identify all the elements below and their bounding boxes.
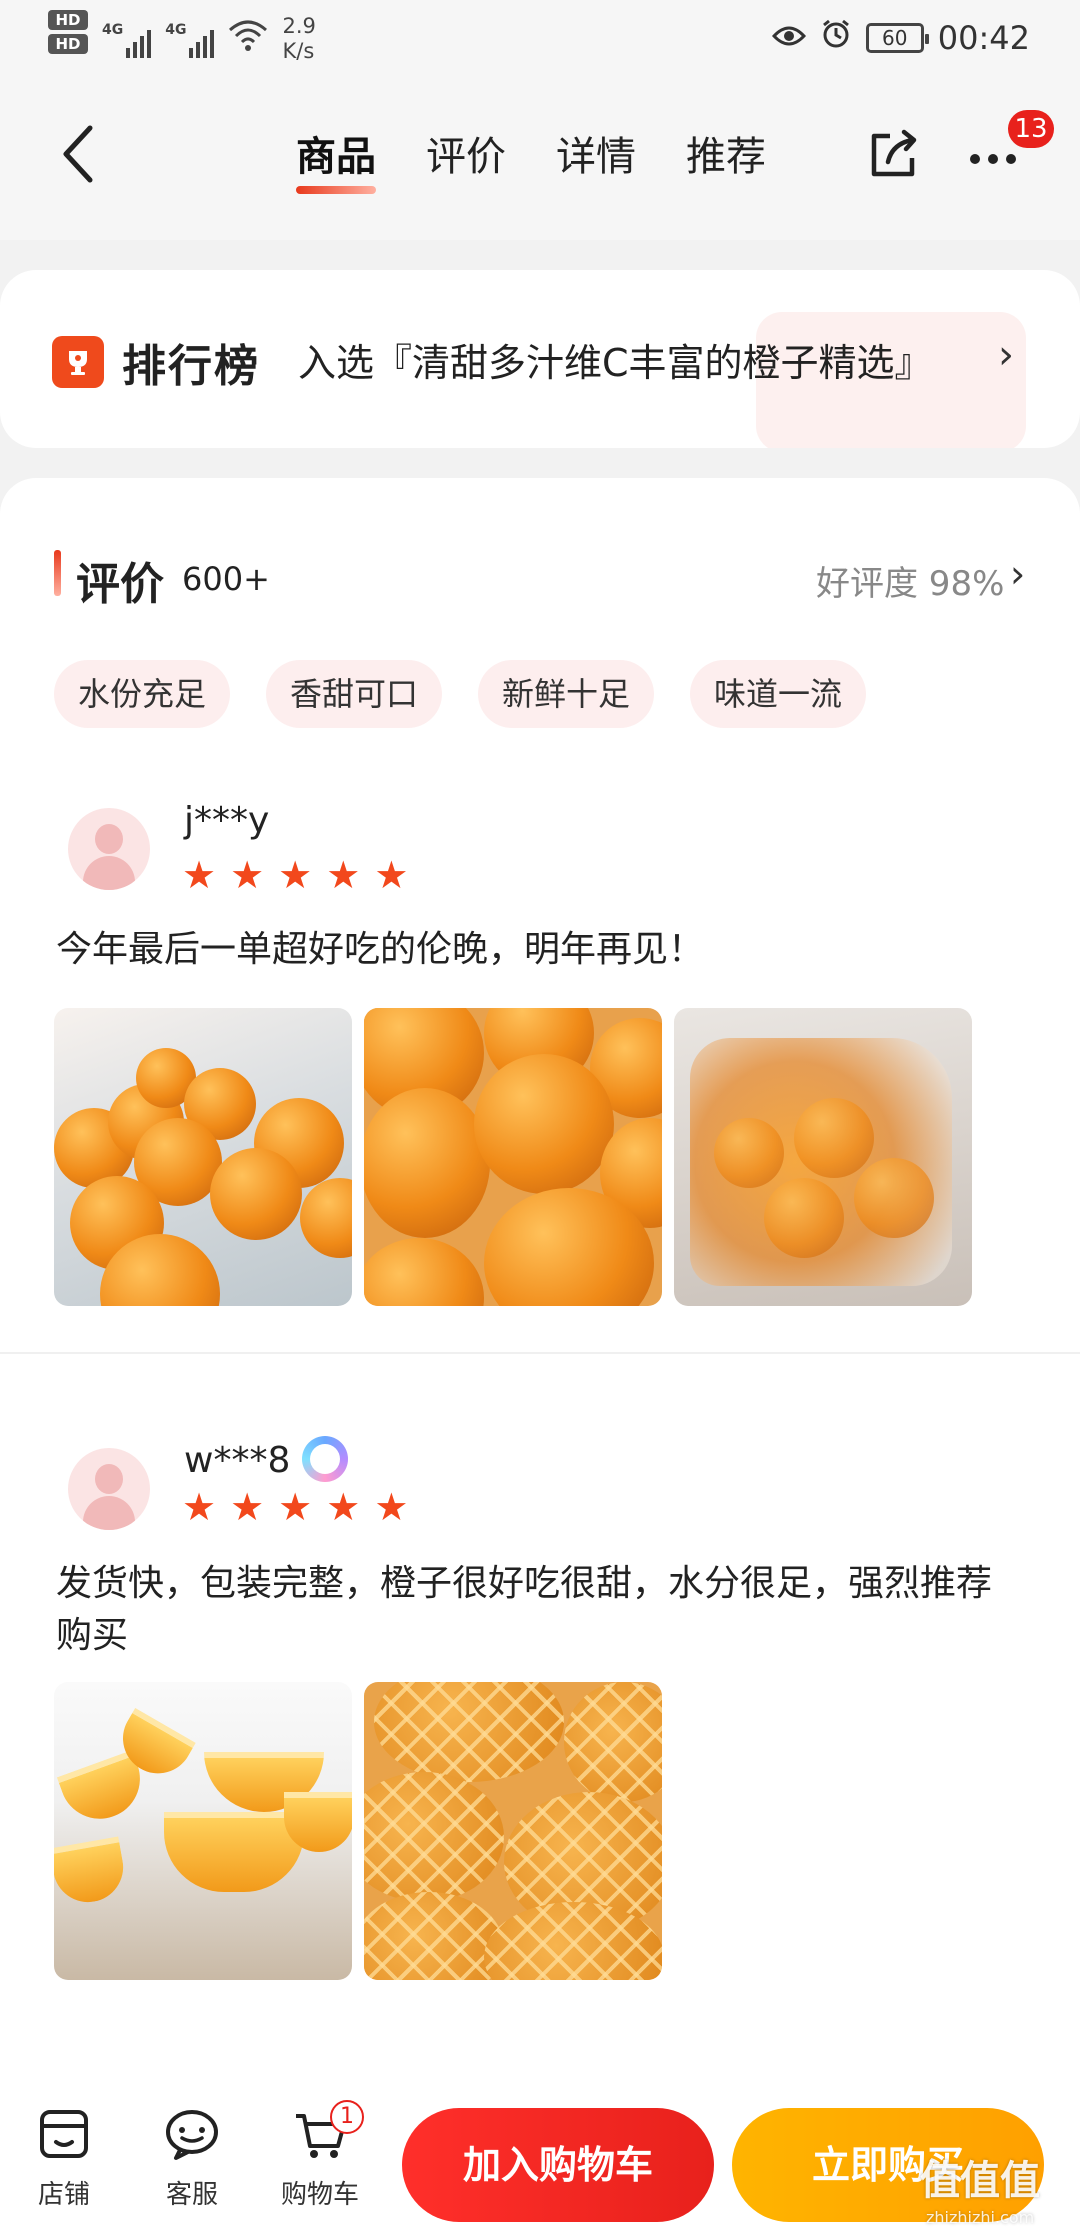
- star-icon: ★: [182, 1485, 217, 1529]
- chevron-right-icon: ›: [998, 332, 1014, 378]
- watermark-logo: 值值值: [920, 2158, 1040, 2204]
- back-arrow-icon: [63, 125, 93, 183]
- ranking-title: 排行榜: [122, 341, 260, 392]
- reviews-title: 评价: [76, 559, 164, 610]
- tab-product[interactable]: 商品: [296, 124, 376, 194]
- star-icon: ★: [278, 853, 313, 897]
- tab-details[interactable]: 详情: [556, 124, 636, 194]
- review-tag[interactable]: 香甜可口: [266, 660, 443, 728]
- shop-button[interactable]: 店铺: [14, 2106, 114, 2211]
- star-rating: ★ ★ ★ ★ ★: [182, 856, 408, 894]
- status-time: 00:42: [937, 19, 1030, 57]
- review-photo[interactable]: [364, 1682, 662, 1980]
- customer-service-button[interactable]: 客服: [142, 2106, 242, 2211]
- product-nav-bar: 商品 评价 详情 推荐 13: [0, 80, 1080, 240]
- section-accent-bar: [54, 550, 61, 596]
- wifi-icon: [228, 18, 268, 61]
- star-icon: ★: [326, 1485, 361, 1529]
- network-speed: 2.9 K/s: [282, 14, 316, 63]
- star-icon: ★: [374, 853, 409, 897]
- ranking-text: 入选『清甜多汁维C丰富的橙子精选』: [298, 341, 933, 385]
- reviews-section: 评价 600+ 好评度 98% › 水份充足 香甜可口 新鲜十足 味道一流 j*…: [0, 478, 1080, 2078]
- avatar[interactable]: [68, 808, 150, 890]
- review-divider: [0, 1352, 1080, 1354]
- tab-recommend[interactable]: 推荐: [686, 124, 766, 194]
- star-icon: ★: [374, 1485, 409, 1529]
- star-rating: ★ ★ ★ ★ ★: [182, 1488, 408, 1526]
- watermark-site: zhizhizhi.com: [926, 2208, 1035, 2227]
- review-text: 今年最后一单超好吃的伦晚，明年再见！: [56, 929, 705, 970]
- review-tag[interactable]: 新鲜十足: [478, 660, 655, 728]
- hd-badge-1: HD: [48, 10, 88, 30]
- ranking-banner[interactable]: 排行榜 入选『清甜多汁维C丰富的橙子精选』 ›: [0, 270, 1080, 448]
- review-photo[interactable]: [674, 1008, 972, 1306]
- back-button[interactable]: [60, 124, 120, 194]
- review-text: 发货快，包装完整，橙子很好吃很甜，水分很足，强烈推荐购买: [56, 1563, 993, 1656]
- shop-icon: [40, 2110, 88, 2158]
- avatar[interactable]: [68, 1448, 150, 1530]
- star-icon: ★: [230, 1485, 265, 1529]
- review-username: w***8: [184, 1440, 291, 1481]
- signal-icon-2: 4G: [165, 22, 215, 58]
- review-tag[interactable]: 味道一流: [690, 660, 867, 728]
- message-count-badge: 13: [1008, 110, 1054, 148]
- member-badge-icon: [302, 1436, 348, 1482]
- cart-count-badge: 1: [330, 2100, 364, 2134]
- reviews-count: 600+: [182, 560, 270, 598]
- tab-bar: 商品 评价 详情 推荐: [296, 124, 766, 194]
- share-button[interactable]: [866, 126, 922, 182]
- tab-reviews[interactable]: 评价: [426, 124, 506, 194]
- share-icon: [871, 129, 917, 177]
- bottom-action-bar: 店铺 客服 1 购物车 加入购物车 立即购买: [0, 2078, 1080, 2240]
- eye-icon: [771, 21, 806, 56]
- add-to-cart-button[interactable]: 加入购物车: [402, 2108, 714, 2222]
- review-tags: 水份充足 香甜可口 新鲜十足 味道一流: [54, 660, 867, 728]
- review-photo[interactable]: [54, 1682, 352, 1980]
- chat-bubble-icon: [166, 2110, 218, 2160]
- cart-button[interactable]: 1 购物车: [270, 2100, 370, 2211]
- star-icon: ★: [230, 853, 265, 897]
- review-photo[interactable]: [54, 1008, 352, 1306]
- hd-badge-2: HD: [48, 34, 88, 54]
- review-photos: [54, 1008, 972, 1306]
- trophy-icon: [52, 336, 104, 388]
- status-bar: HD HD 4G 4G 2.9 K/s 60 00:42: [0, 0, 1080, 80]
- star-icon: ★: [326, 853, 361, 897]
- positive-rating[interactable]: 好评度 98%: [816, 556, 1004, 605]
- more-dots-icon: [970, 154, 1030, 164]
- review-username: j***y: [184, 800, 270, 841]
- review-photos: [54, 1682, 662, 1980]
- star-icon: ★: [182, 853, 217, 897]
- battery-icon: 60: [865, 23, 929, 53]
- chevron-right-icon[interactable]: ›: [1010, 552, 1025, 596]
- alarm-icon: [820, 18, 852, 58]
- signal-icon-1: 4G: [102, 22, 152, 58]
- star-icon: ★: [278, 1485, 313, 1529]
- review-photo[interactable]: [364, 1008, 662, 1306]
- review-tag[interactable]: 水份充足: [54, 660, 231, 728]
